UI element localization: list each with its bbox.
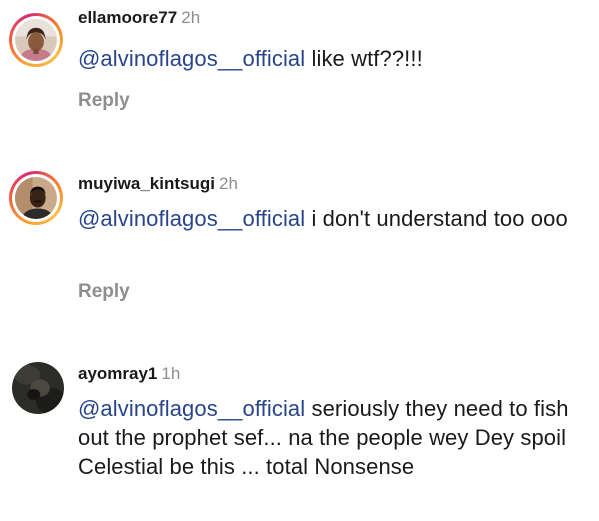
reply-button[interactable]: Reply bbox=[78, 281, 130, 303]
comment-body: like wtf??!!! bbox=[305, 46, 423, 71]
timestamp: 2h bbox=[181, 8, 201, 27]
avatar[interactable] bbox=[9, 13, 63, 67]
mention-link[interactable]: @alvinoflagos__official bbox=[78, 206, 305, 231]
mention-link[interactable]: @alvinoflagos__official bbox=[78, 396, 305, 421]
comment-meta: muyiwa_kintsugi 2h bbox=[78, 174, 238, 194]
profile-photo-icon bbox=[15, 19, 57, 61]
comment-item: ayomray1 1h @alvinoflagos__official serio… bbox=[0, 350, 599, 521]
comment-text: @alvinoflagos__official like wtf??!!! bbox=[78, 44, 593, 73]
profile-photo-icon bbox=[12, 362, 64, 414]
comment-text: @alvinoflagos__official i don't understa… bbox=[78, 204, 593, 233]
username[interactable]: muyiwa_kintsugi bbox=[78, 174, 215, 193]
comment-meta: ellamoore77 2h bbox=[78, 8, 200, 28]
timestamp: 2h bbox=[218, 174, 238, 193]
comment-item: muyiwa_kintsugi 2h @alvinoflagos__officia… bbox=[0, 160, 599, 320]
avatar[interactable] bbox=[12, 362, 64, 414]
reply-button[interactable]: Reply bbox=[78, 90, 130, 112]
mention-link[interactable]: @alvinoflagos__official bbox=[78, 46, 305, 71]
username[interactable]: ellamoore77 bbox=[78, 8, 177, 27]
avatar[interactable] bbox=[9, 171, 63, 225]
comment-item: ellamoore77 2h @alvinoflagos__official li… bbox=[0, 0, 599, 135]
profile-photo-icon bbox=[15, 177, 57, 219]
timestamp: 1h bbox=[161, 364, 181, 383]
comment-meta: ayomray1 1h bbox=[78, 364, 180, 384]
comment-body: i don't understand too ooo bbox=[305, 206, 568, 231]
comment-text: @alvinoflagos__official seriously they n… bbox=[78, 394, 578, 481]
username[interactable]: ayomray1 bbox=[78, 364, 157, 383]
